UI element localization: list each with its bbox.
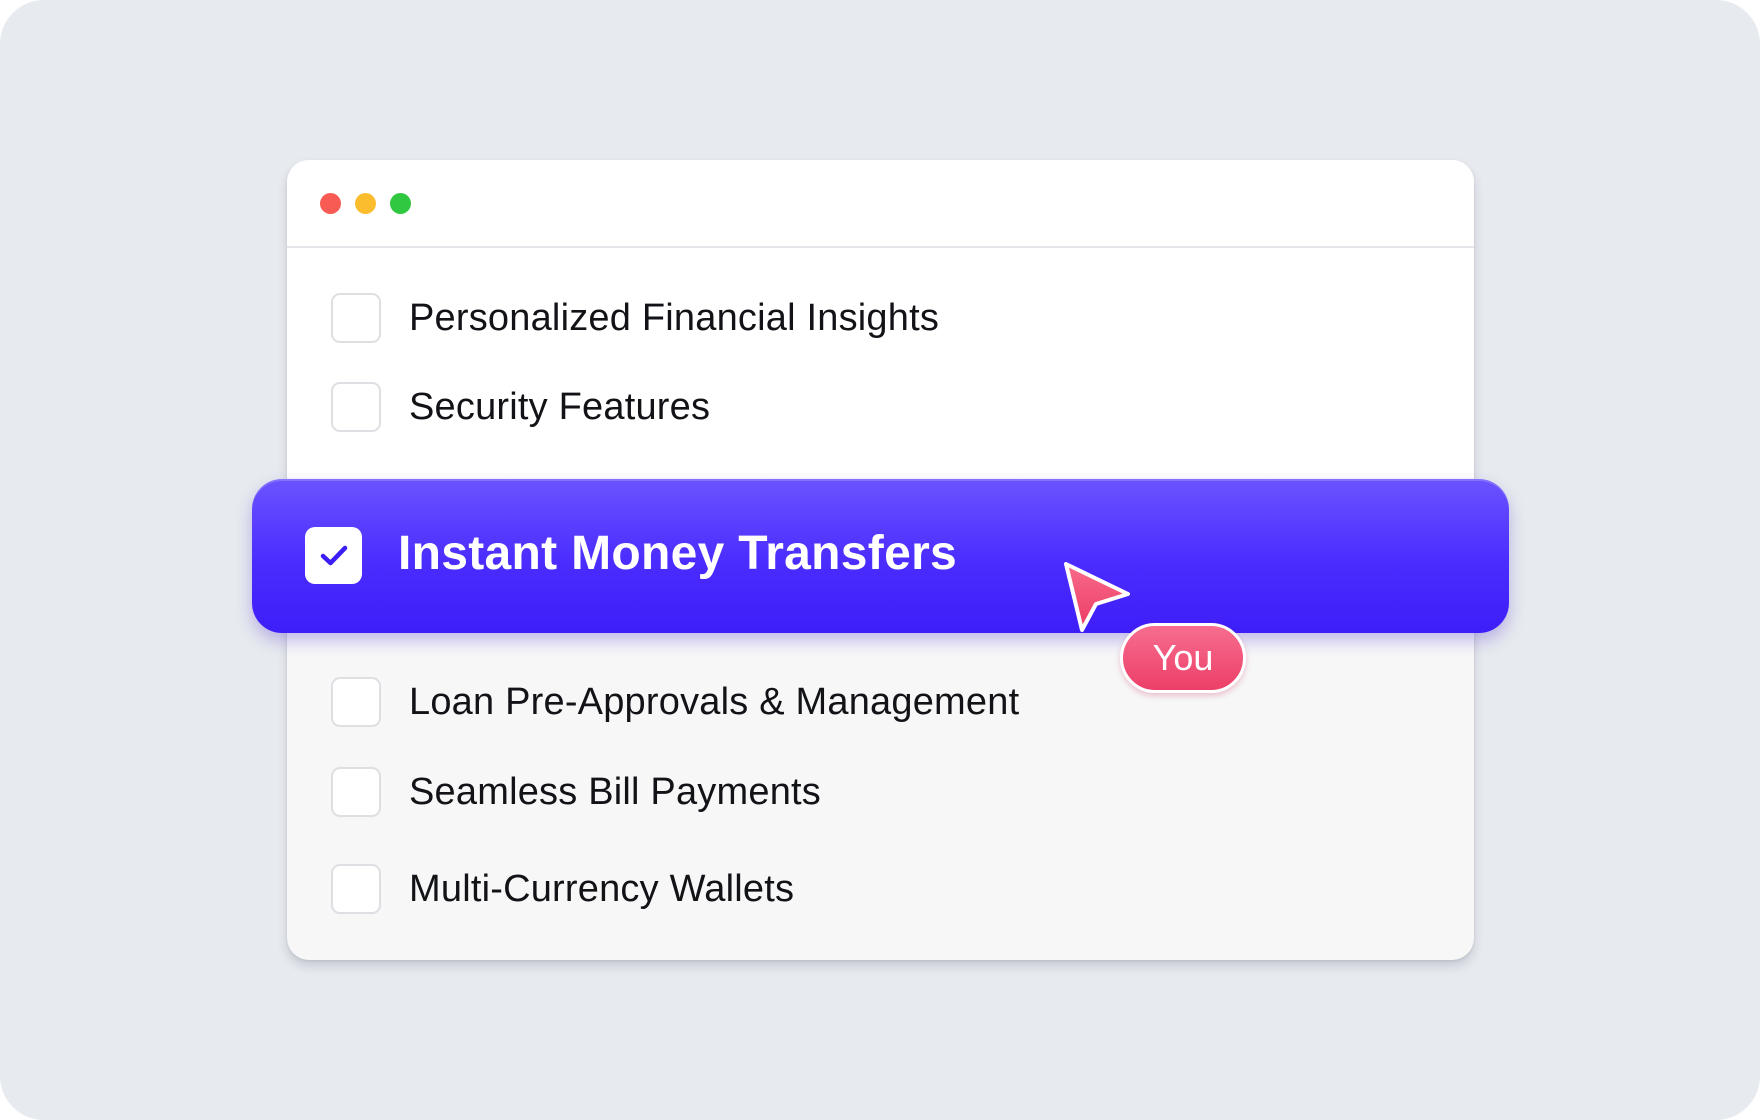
list-item-multi-currency-wallets[interactable]: Multi-Currency Wallets bbox=[331, 862, 794, 916]
checkbox-unchecked[interactable] bbox=[331, 864, 381, 914]
list-item-label: Seamless Bill Payments bbox=[409, 770, 821, 813]
checkmark-icon bbox=[320, 545, 347, 565]
list-top-section bbox=[287, 248, 1474, 478]
list-item-label: Security Features bbox=[409, 385, 711, 428]
list-item-label: Personalized Financial Insights bbox=[409, 296, 940, 339]
list-item-label: Loan Pre-Approvals & Management bbox=[409, 680, 1020, 723]
checkbox-unchecked[interactable] bbox=[331, 767, 381, 817]
canvas-background: Personalized Financial Insights Security… bbox=[0, 0, 1760, 1120]
list-item-label: Instant Money Transfers bbox=[398, 527, 958, 580]
checkbox-unchecked[interactable] bbox=[331, 382, 381, 432]
list-item-label: Multi-Currency Wallets bbox=[409, 867, 795, 910]
close-window-button[interactable] bbox=[320, 193, 341, 214]
zoom-window-button[interactable] bbox=[390, 193, 411, 214]
list-item-instant-money-transfers-selected[interactable]: Instant Money Transfers bbox=[252, 479, 1509, 633]
minimize-window-button[interactable] bbox=[355, 193, 376, 214]
window-titlebar bbox=[287, 160, 1474, 248]
checkbox-checked[interactable] bbox=[305, 527, 362, 584]
pointer-arrow-icon bbox=[1064, 562, 1130, 632]
list-item-loan-pre-approvals[interactable]: Loan Pre-Approvals & Management bbox=[331, 675, 1019, 729]
checkbox-unchecked[interactable] bbox=[331, 677, 381, 727]
list-item-personalized-financial-insights[interactable]: Personalized Financial Insights bbox=[331, 291, 939, 345]
cursor-name-badge: You bbox=[1120, 623, 1246, 693]
list-item-security-features[interactable]: Security Features bbox=[331, 380, 710, 434]
checkbox-unchecked[interactable] bbox=[331, 293, 381, 343]
list-item-seamless-bill-payments[interactable]: Seamless Bill Payments bbox=[331, 765, 821, 819]
